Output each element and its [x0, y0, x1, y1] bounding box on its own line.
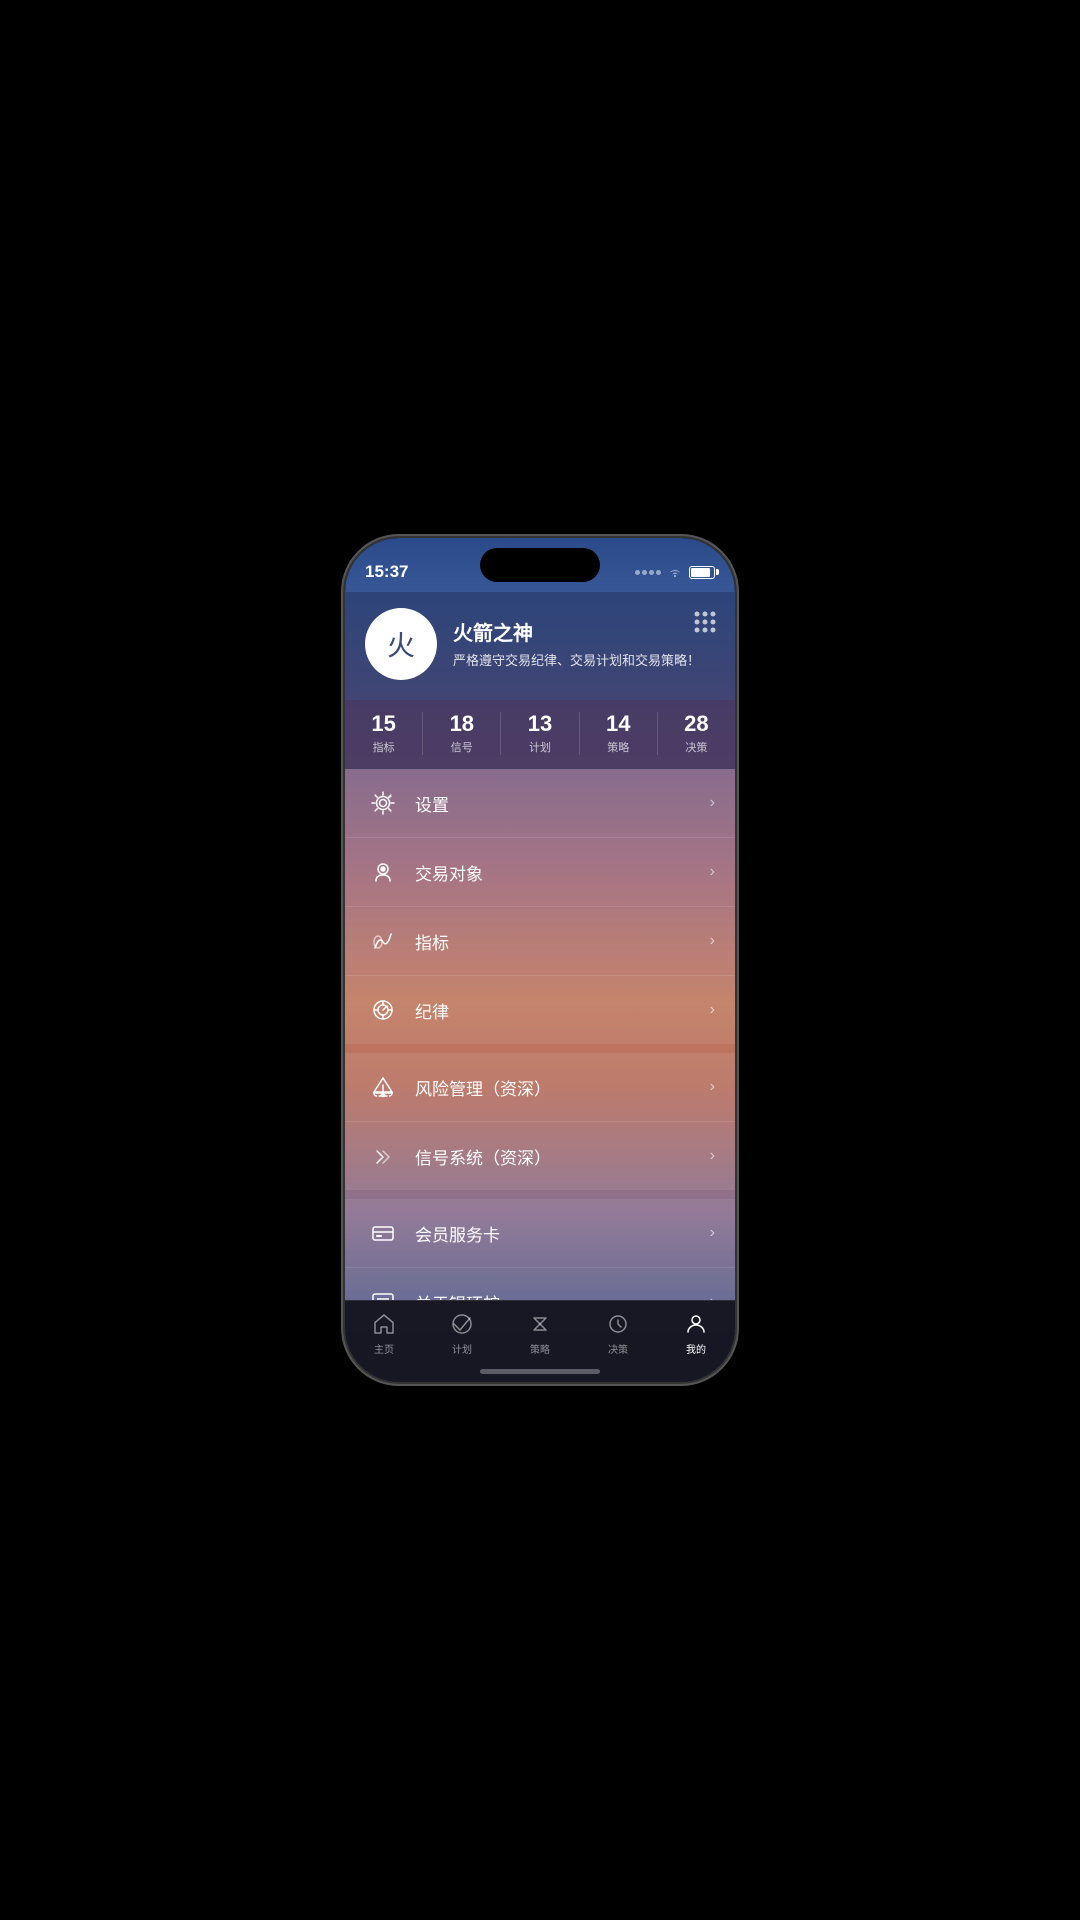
- stat-item-4[interactable]: 28 决策: [658, 712, 735, 755]
- membership-icon: [365, 1215, 401, 1251]
- menu-section-2: 风险管理（资深） › 信号系统（资深） ›: [345, 1053, 735, 1190]
- menu-item-signal[interactable]: 信号系统（资深） ›: [345, 1122, 735, 1190]
- stat-number-3: 14: [606, 712, 630, 736]
- plan-icon: [449, 1311, 475, 1337]
- profile-tab-icon: [683, 1311, 709, 1337]
- menu-label-about: 关于银环蛇: [415, 1290, 710, 1300]
- menu-divider-2: [345, 1191, 735, 1199]
- menu-label-membership: 会员服务卡: [415, 1221, 710, 1246]
- menu-item-risk[interactable]: 风险管理（资深） ›: [345, 1053, 735, 1122]
- avatar: 火: [365, 608, 437, 680]
- battery-icon: [689, 566, 715, 579]
- stat-label-3: 策略: [607, 739, 629, 755]
- phone-screen: 15:37: [345, 538, 735, 1382]
- profile-section: 火 火箭之神 严格遵守交易纪律、交易计划和交易策略！: [345, 592, 735, 700]
- menu-item-settings[interactable]: + 设置 ›: [345, 769, 735, 838]
- profile-name: 火箭之神: [453, 617, 715, 646]
- tab-plan[interactable]: 计划: [423, 1311, 501, 1356]
- home-indicator: [480, 1369, 600, 1374]
- menu-item-about[interactable]: 关于银环蛇 ›: [345, 1268, 735, 1300]
- phone-frame: 15:37: [345, 538, 735, 1382]
- menu-label-indicator: 指标: [415, 929, 710, 954]
- tab-home-label: 主页: [374, 1341, 394, 1356]
- tab-home[interactable]: 主页: [345, 1311, 423, 1356]
- chevron-indicator: ›: [710, 932, 715, 950]
- menu-section-1: + 设置 ›: [345, 769, 735, 1044]
- stat-item-2[interactable]: 13 计划: [501, 712, 579, 755]
- chevron-about: ›: [710, 1293, 715, 1300]
- stat-number-0: 15: [371, 712, 395, 736]
- stat-label-1: 信号: [451, 739, 473, 755]
- chevron-membership: ›: [710, 1224, 715, 1242]
- stat-number-2: 13: [528, 712, 552, 736]
- status-bar: 15:37: [345, 538, 735, 592]
- tab-decision[interactable]: 决策: [579, 1311, 657, 1356]
- stat-label-0: 指标: [373, 739, 395, 755]
- status-time: 15:37: [365, 562, 408, 582]
- chevron-trading-object: ›: [710, 863, 715, 881]
- menu-label-trading-object: 交易对象: [415, 860, 710, 885]
- menu-label-risk: 风险管理（资深）: [415, 1075, 710, 1100]
- menu-section-3: 会员服务卡 › 关于银环蛇 ›: [345, 1199, 735, 1300]
- stat-label-2: 计划: [529, 739, 551, 755]
- stat-number-1: 18: [450, 712, 474, 736]
- trading-object-icon: [365, 854, 401, 890]
- dynamic-island: [480, 548, 600, 582]
- tab-profile[interactable]: 我的: [657, 1311, 735, 1356]
- profile-info: 火箭之神 严格遵守交易纪律、交易计划和交易策略！: [453, 617, 715, 670]
- discipline-icon: [365, 992, 401, 1028]
- signal-dot-1: [635, 570, 640, 575]
- menu-item-indicator[interactable]: 指标 ›: [345, 907, 735, 976]
- signal-dots: [635, 570, 661, 575]
- menu-label-settings: 设置: [415, 791, 710, 816]
- tab-strategy-label: 策略: [530, 1341, 550, 1356]
- status-icons: [635, 566, 715, 579]
- about-icon: [365, 1284, 401, 1300]
- menu-label-discipline: 纪律: [415, 998, 710, 1023]
- wifi-icon: [667, 566, 683, 578]
- content-wrapper: 15:37: [345, 538, 735, 1382]
- decision-icon: [605, 1311, 631, 1337]
- signal-dot-3: [649, 570, 654, 575]
- menu-container: + 设置 ›: [345, 769, 735, 1300]
- chevron-risk: ›: [710, 1078, 715, 1096]
- signal-dot-4: [656, 570, 661, 575]
- menu-divider-1: [345, 1045, 735, 1053]
- home-icon: [371, 1311, 397, 1337]
- stat-item-3[interactable]: 14 策略: [580, 712, 658, 755]
- tab-strategy[interactable]: 策略: [501, 1311, 579, 1356]
- menu-item-trading-object[interactable]: 交易对象 ›: [345, 838, 735, 907]
- profile-desc: 严格遵守交易纪律、交易计划和交易策略！: [453, 652, 715, 670]
- menu-item-discipline[interactable]: 纪律 ›: [345, 976, 735, 1044]
- signal-system-icon: [365, 1138, 401, 1174]
- chevron-discipline: ›: [710, 1001, 715, 1019]
- stats-bar: 15 指标 18 信号 13 计划 14 策略 28 决策: [345, 700, 735, 769]
- tab-profile-label: 我的: [686, 1341, 706, 1356]
- strategy-icon: [527, 1311, 553, 1337]
- battery-fill: [691, 568, 710, 577]
- indicator-icon: [365, 923, 401, 959]
- grid-icon[interactable]: [691, 608, 719, 641]
- tab-plan-label: 计划: [452, 1341, 472, 1356]
- chevron-signal: ›: [710, 1147, 715, 1165]
- menu-item-membership[interactable]: 会员服务卡 ›: [345, 1199, 735, 1268]
- chevron-settings: ›: [710, 794, 715, 812]
- stat-item-0[interactable]: 15 指标: [345, 712, 423, 755]
- svg-text:+: +: [388, 794, 392, 801]
- risk-icon: [365, 1069, 401, 1105]
- menu-label-signal: 信号系统（资深）: [415, 1144, 710, 1169]
- stat-number-4: 28: [684, 712, 708, 736]
- tab-decision-label: 决策: [608, 1341, 628, 1356]
- stat-item-1[interactable]: 18 信号: [423, 712, 501, 755]
- stat-label-4: 决策: [685, 739, 707, 755]
- signal-dot-2: [642, 570, 647, 575]
- settings-icon: +: [365, 785, 401, 821]
